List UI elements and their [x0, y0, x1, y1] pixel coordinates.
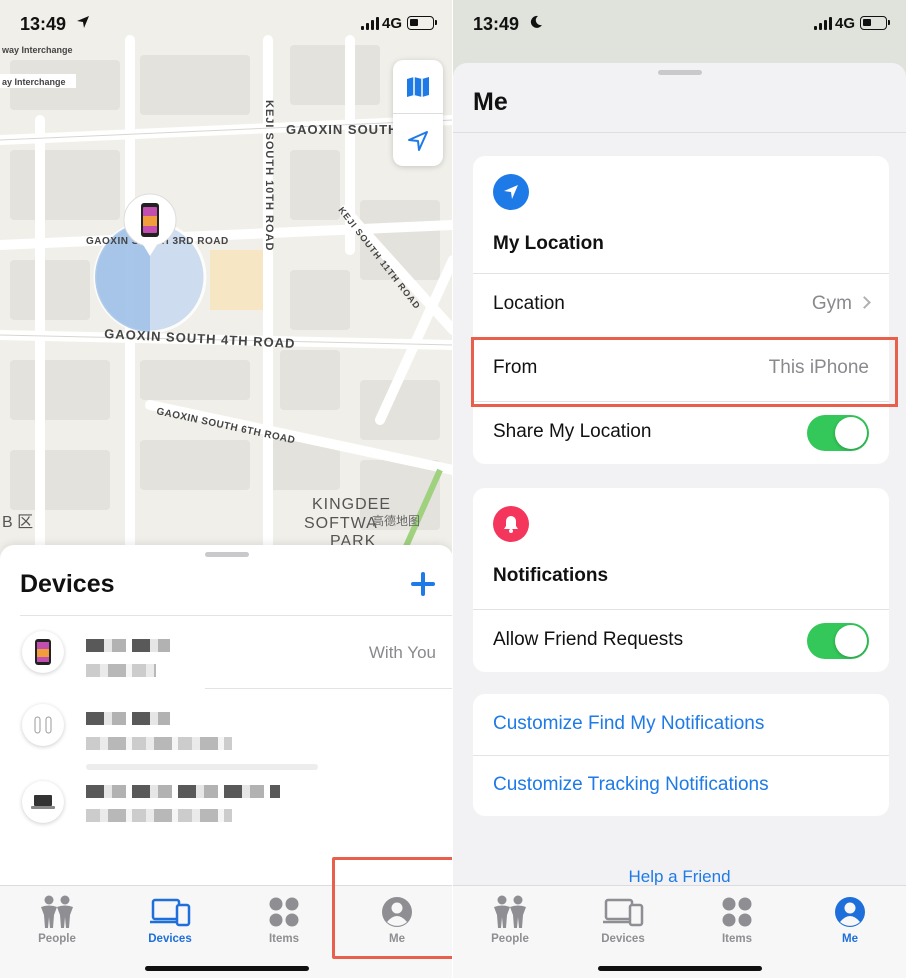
share-location-row: Share My Location [473, 401, 889, 463]
current-location-button[interactable] [393, 114, 443, 167]
location-value: Gym [811, 293, 852, 314]
map-view[interactable]: way Interchange ay Interchange GAOXIN SO… [0, 0, 453, 560]
network-type: 4G [834, 15, 855, 32]
devices-title: Devices [20, 570, 115, 598]
tab-label: Me [842, 933, 858, 945]
home-indicator[interactable] [598, 966, 762, 971]
device-name-redacted [86, 785, 280, 798]
people-icon [41, 895, 73, 928]
map-label-kingdee: KINGDEE [312, 496, 391, 513]
device-detail-redacted [86, 664, 156, 677]
iphone-icon [22, 631, 64, 673]
share-location-label: Share My Location [493, 421, 652, 442]
tab-label: People [491, 933, 529, 945]
tab-bar: People Devices Items Me [453, 885, 906, 978]
status-bar: 13:49 4G [453, 0, 906, 50]
customize-tracking-link[interactable]: Customize Tracking Notifications [493, 774, 769, 796]
map-label-keji-10th: KEJI SOUTH 10TH ROAD [263, 100, 275, 251]
map-attribution: 高德地图 [372, 513, 420, 528]
add-device-button[interactable] [410, 571, 436, 597]
items-icon [722, 897, 752, 927]
allow-friend-requests-label: Allow Friend Requests [493, 629, 684, 650]
map-label-gaoxin-south: GAOXIN SOUTH [286, 122, 398, 137]
find-my-devices-screen: way Interchange ay Interchange GAOXIN SO… [0, 0, 453, 978]
customize-find-my-link[interactable]: Customize Find My Notifications [493, 713, 764, 735]
me-title: Me [473, 88, 508, 116]
location-value-wrap: Gym [811, 293, 871, 315]
device-row[interactable] [0, 767, 453, 839]
device-name-redacted [86, 639, 170, 652]
items-icon [269, 897, 299, 927]
location-row[interactable]: Location Gym [473, 273, 889, 335]
chevron-right-icon [858, 296, 871, 309]
cellular-signal-icon [814, 16, 832, 30]
tab-label: Items [721, 933, 753, 945]
location-label: Location [493, 293, 565, 314]
network-type: 4G [381, 15, 402, 32]
tab-people[interactable]: People [12, 894, 102, 945]
tab-devices[interactable]: Devices [578, 894, 668, 945]
status-time: 13:49 [473, 14, 520, 34]
allow-friend-requests-row: Allow Friend Requests [473, 609, 889, 671]
map-mode-button[interactable] [393, 60, 443, 113]
map-controls [393, 60, 443, 166]
me-sheet: Me My Location Location Gym From This iP… [453, 63, 906, 978]
location-services-icon [77, 16, 89, 28]
map-label-district: B 区 [2, 514, 33, 531]
tab-label: Devices [601, 933, 645, 945]
tab-devices[interactable]: Devices [125, 894, 215, 945]
status-bar: 13:49 4G [0, 0, 453, 50]
map-icon [407, 76, 429, 97]
tab-items[interactable]: Items [239, 894, 329, 945]
device-detail-redacted [86, 809, 232, 822]
laptop-icon [22, 781, 64, 823]
tab-me[interactable]: Me [805, 894, 895, 945]
devices-icon [150, 898, 191, 927]
map-label-freeway2: ay Interchange [2, 77, 66, 87]
tab-items[interactable]: Items [692, 894, 782, 945]
help-a-friend-link[interactable]: Help a Friend [453, 867, 906, 887]
sheet-grabber[interactable] [204, 552, 249, 557]
battery-icon [407, 16, 437, 30]
device-row[interactable] [0, 690, 453, 762]
device-name-redacted [86, 712, 170, 725]
my-location-card: My Location Location Gym From This iPhon… [473, 156, 889, 464]
map-label-kingdee-software: SOFTWA [304, 515, 378, 532]
tab-label: People [38, 933, 76, 945]
me-header: Me [453, 63, 906, 133]
bell-icon [493, 506, 529, 542]
notifications-card: Notifications Allow Friend Requests [473, 488, 889, 672]
highlight-box-me-tab [332, 857, 460, 959]
device-detail-redacted [86, 737, 232, 750]
people-icon [494, 895, 526, 928]
tab-people[interactable]: People [465, 894, 555, 945]
home-indicator[interactable] [145, 966, 309, 971]
location-arrow-icon [493, 174, 529, 210]
me-icon [835, 897, 865, 927]
devices-icon [603, 898, 644, 927]
allow-friend-requests-toggle[interactable] [807, 623, 869, 659]
find-my-me-screen: 13:49 4G Me My Location Location Gym Fro… [453, 0, 906, 978]
my-location-heading: My Location [493, 233, 604, 254]
tab-label: Items [268, 933, 300, 945]
highlight-box-from-row [471, 337, 898, 407]
cellular-signal-icon [361, 16, 379, 30]
tab-label: Devices [148, 933, 192, 945]
customize-notifications-card: Customize Find My Notifications Customiz… [473, 694, 889, 816]
location-arrow-icon [408, 130, 428, 151]
moon-icon [530, 15, 542, 28]
device-status: With You [368, 643, 436, 662]
status-time: 13:49 [20, 14, 67, 34]
notifications-heading: Notifications [493, 565, 609, 586]
battery-icon [860, 16, 890, 30]
share-location-toggle[interactable] [807, 415, 869, 451]
airpods-icon [22, 704, 64, 746]
